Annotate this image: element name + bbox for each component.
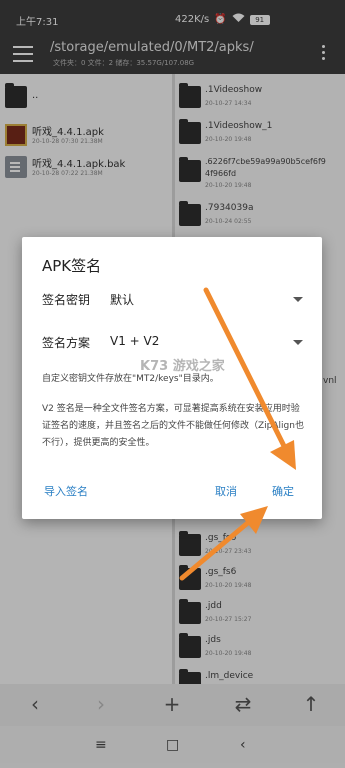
import-signature-button[interactable]: 导入签名 (44, 483, 88, 499)
chevron-down-icon (293, 297, 303, 302)
signing-key-value: 默认 (110, 293, 135, 307)
apk-sign-dialog: APK签名 签名密钥 默认 签名方案 V1 + V2 自定义密钥文件存放在"MT… (22, 237, 322, 519)
v2-description: V2 签名是一种全文件签名方案，可显著提高系统在安装应用时验证签名的速度，并且签… (42, 404, 304, 448)
watermark-logo: K73 游戏之家 (140, 359, 225, 374)
cancel-button[interactable]: 取消 (215, 483, 237, 499)
signing-key-label: 签名密钥 (42, 293, 91, 307)
signing-scheme-value: V1 + V2 (110, 334, 160, 348)
chevron-down-icon (293, 340, 303, 345)
confirm-button[interactable]: 确定 (272, 483, 294, 499)
signing-scheme-label: 签名方案 (42, 336, 91, 350)
signing-scheme-select[interactable]: 签名方案 V1 + V2 (42, 330, 306, 354)
signing-key-select[interactable]: 签名密钥 默认 (42, 287, 306, 311)
dialog-title: APK签名 (42, 257, 102, 275)
